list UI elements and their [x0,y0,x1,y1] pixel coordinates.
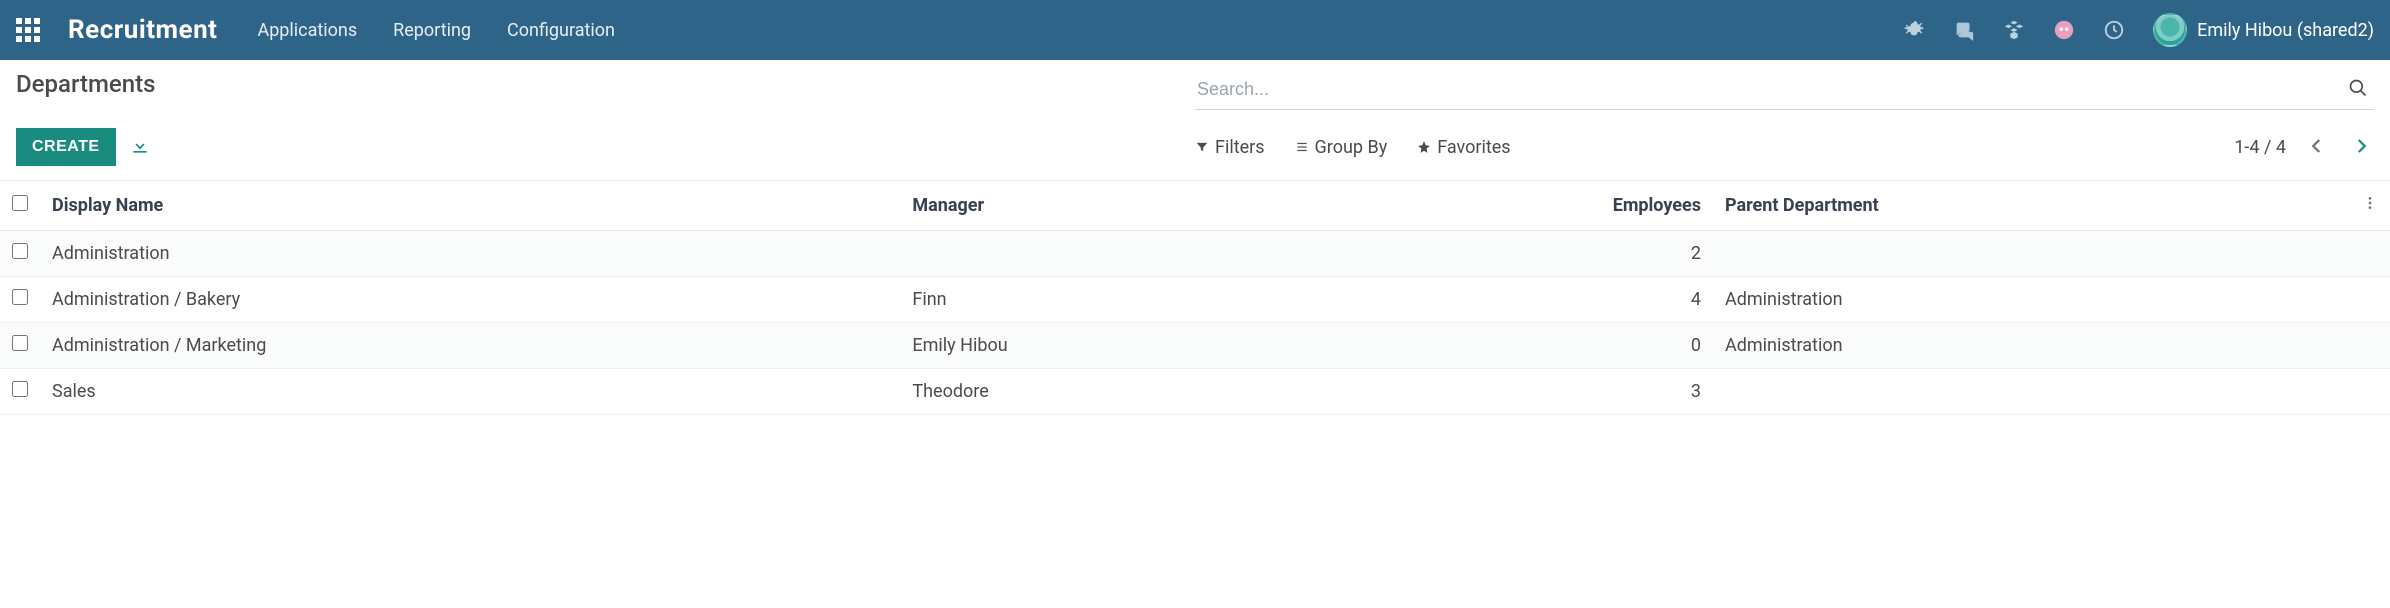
cell-parent-department [1713,369,2350,415]
modules-icon[interactable] [2003,19,2025,41]
cell-employees: 2 [1522,231,1713,277]
select-all-checkbox[interactable] [12,195,28,211]
col-manager[interactable]: Manager [900,181,1521,231]
search-icon [2348,78,2368,98]
avatar [2153,13,2187,47]
select-all-cell [0,181,40,231]
group-by-dropdown[interactable]: Group By [1295,137,1388,158]
user-name: Emily Hibou (shared2) [2197,20,2374,41]
row-spacer [2350,231,2390,277]
nav-item-configuration[interactable]: Configuration [507,20,615,41]
kebab-icon [2362,195,2378,211]
cell-parent-department: Administration [1713,277,2350,323]
cell-employees: 3 [1522,369,1713,415]
column-options[interactable] [2350,181,2390,231]
row-checkbox[interactable] [12,289,28,305]
col-employees[interactable]: Employees [1522,181,1713,231]
list-icon [1295,140,1309,154]
star-icon [1417,140,1431,154]
row-spacer [2350,323,2390,369]
pager: 1-4 / 4 [2234,133,2374,162]
table-row[interactable]: Administration 2 [0,231,2390,277]
row-checkbox[interactable] [12,243,28,259]
search-bar [1195,70,2374,110]
col-display-name[interactable]: Display Name [40,181,900,231]
departments-table: Display Name Manager Employees Parent De… [0,180,2390,415]
table-row[interactable]: Administration / BakeryFinn4Administrati… [0,277,2390,323]
chevron-right-icon [2352,137,2370,155]
clock-icon[interactable] [2103,19,2125,41]
favorites-dropdown[interactable]: Favorites [1417,137,1510,158]
cell-display-name: Administration [40,231,900,277]
cell-parent-department [1713,231,2350,277]
table-row[interactable]: Administration / MarketingEmily Hibou0Ad… [0,323,2390,369]
search-button[interactable] [2344,74,2372,105]
search-input[interactable] [1197,79,2344,100]
cell-manager: Emily Hibou [900,323,1521,369]
user-menu[interactable]: Emily Hibou (shared2) [2153,13,2374,47]
row-checkbox[interactable] [12,381,28,397]
favorites-label: Favorites [1437,137,1510,158]
conversations-icon[interactable] [1953,19,1975,41]
pager-range: 1-4 / 4 [2234,137,2286,158]
row-checkbox[interactable] [12,335,28,351]
cell-parent-department: Administration [1713,323,2350,369]
row-spacer [2350,369,2390,415]
nav-menu: Applications Reporting Configuration [257,20,615,41]
filters-dropdown[interactable]: Filters [1195,137,1265,158]
download-icon [130,136,150,156]
filter-bar: Filters Group By Favorites 1-4 / 4 [1195,133,2374,162]
cell-display-name: Administration / Marketing [40,323,900,369]
cell-manager: Finn [900,277,1521,323]
table-header-row: Display Name Manager Employees Parent De… [0,181,2390,231]
row-select-cell [0,277,40,323]
col-parent-department[interactable]: Parent Department [1713,181,2350,231]
nav-right: Emily Hibou (shared2) [1903,13,2374,47]
support-icon[interactable] [2053,19,2075,41]
top-navbar: Recruitment Applications Reporting Confi… [0,0,2390,60]
pager-next-button[interactable] [2348,133,2374,162]
row-select-cell [0,369,40,415]
apps-menu-icon[interactable] [16,18,40,42]
nav-left: Recruitment Applications Reporting Confi… [16,15,615,45]
cell-display-name: Sales [40,369,900,415]
chevron-left-icon [2308,137,2326,155]
cell-manager: Theodore [900,369,1521,415]
group-by-label: Group By [1315,137,1388,158]
create-button[interactable]: CREATE [16,128,116,166]
cell-employees: 4 [1522,277,1713,323]
cell-manager [900,231,1521,277]
page-title: Departments [16,70,155,98]
row-spacer [2350,277,2390,323]
cell-employees: 0 [1522,323,1713,369]
row-select-cell [0,323,40,369]
nav-item-reporting[interactable]: Reporting [393,20,471,41]
pager-prev-button[interactable] [2304,133,2330,162]
control-bar: Departments CREATE Filters Group By Favo [0,60,2390,180]
nav-item-applications[interactable]: Applications [257,20,357,41]
filter-icon [1195,140,1209,154]
bug-icon[interactable] [1903,19,1925,41]
filters-label: Filters [1215,137,1265,158]
download-button[interactable] [130,136,150,159]
cell-display-name: Administration / Bakery [40,277,900,323]
row-select-cell [0,231,40,277]
app-brand[interactable]: Recruitment [68,15,217,45]
table-row[interactable]: SalesTheodore3 [0,369,2390,415]
